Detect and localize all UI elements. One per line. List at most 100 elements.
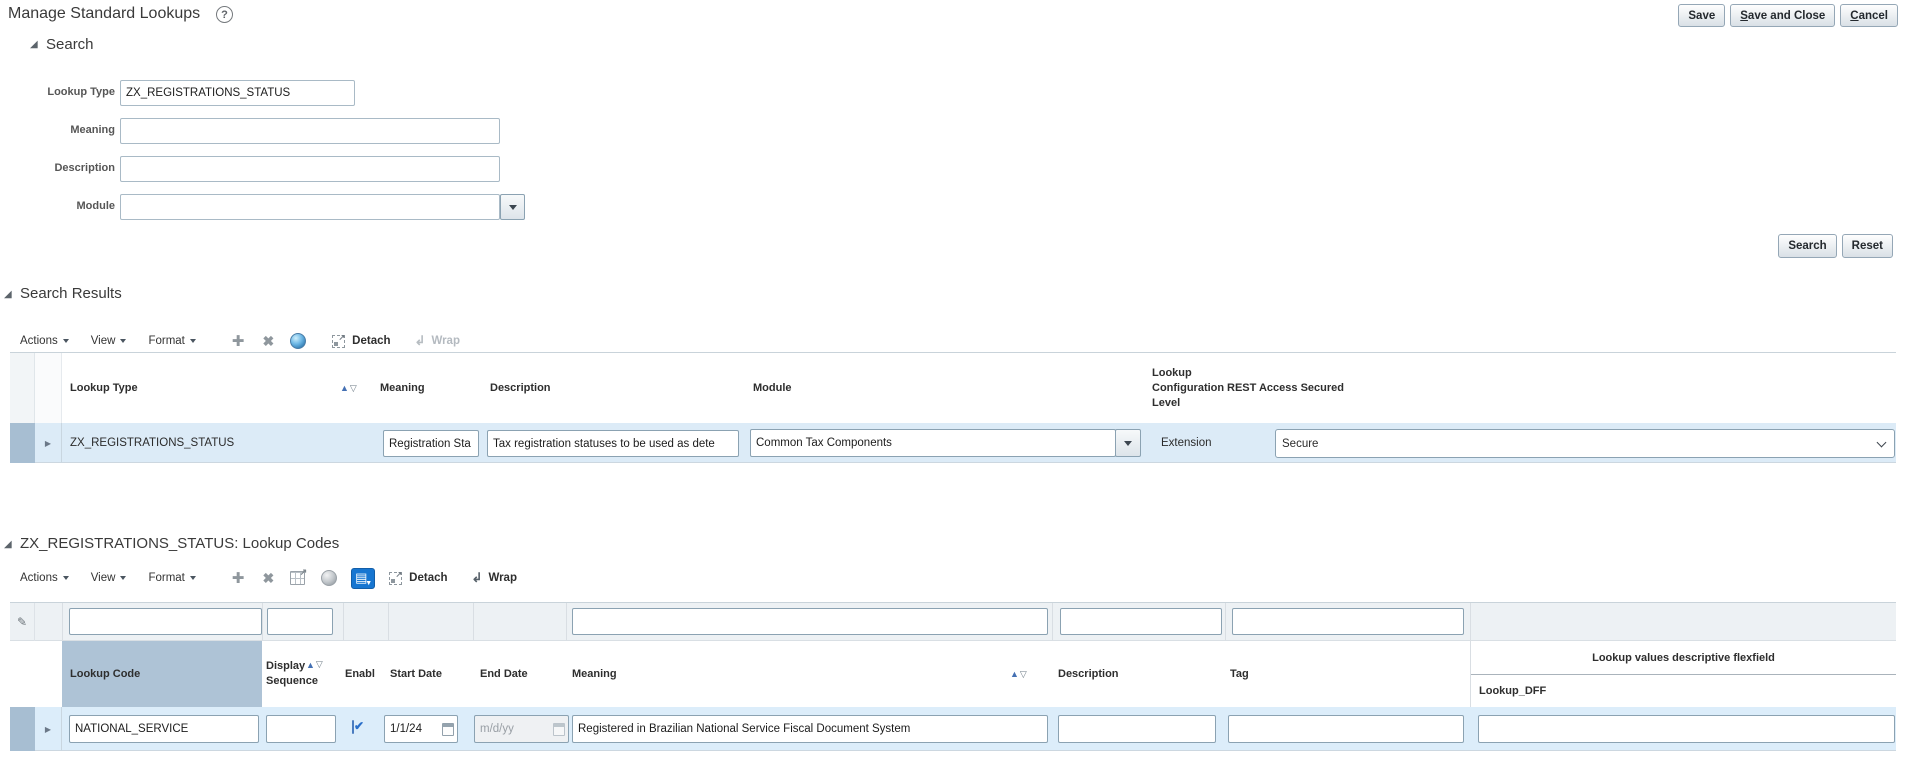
search-section-title: Search	[46, 36, 94, 53]
module-label: Module	[76, 200, 116, 212]
reset-button[interactable]: Reset	[1841, 234, 1893, 258]
column-header-enabled[interactable]: Enabl	[345, 641, 375, 707]
results-header-gutter	[10, 353, 35, 423]
expand-row-icon[interactable]	[45, 725, 51, 734]
view-menu[interactable]: View	[91, 335, 127, 347]
chevron-down-icon	[62, 339, 69, 343]
wrap-icon[interactable]	[472, 570, 483, 586]
column-header-tag[interactable]: Tag	[1230, 641, 1249, 707]
sort-ascending-icon[interactable]	[306, 660, 315, 670]
module-dropdown-button[interactable]	[500, 194, 525, 220]
query-by-example-icon[interactable]	[351, 567, 376, 589]
results-rowheader-column	[35, 353, 62, 423]
column-header-lookup-type[interactable]: Lookup Type	[70, 353, 138, 423]
detach-label[interactable]: Detach	[352, 335, 390, 347]
end-date-input[interactable]	[480, 723, 553, 735]
row-lookup-code-input[interactable]	[69, 715, 259, 743]
detach-label[interactable]: Detach	[409, 572, 447, 584]
detach-icon[interactable]	[332, 333, 346, 348]
qbe-filter-row	[10, 603, 1896, 641]
translate-icon[interactable]	[321, 570, 338, 586]
meaning-label: Meaning	[70, 124, 115, 136]
row-description-input[interactable]	[1058, 715, 1216, 743]
sort-descending-icon[interactable]	[1020, 669, 1027, 680]
search-button[interactable]: Search	[1778, 234, 1837, 258]
search-section-collapse-icon[interactable]	[30, 40, 38, 50]
start-date-field	[384, 715, 458, 743]
row-meaning-input[interactable]	[383, 430, 479, 457]
detach-icon[interactable]	[389, 570, 403, 585]
help-icon[interactable]	[216, 6, 233, 23]
config-level-value: Extension	[1161, 437, 1212, 449]
sort-ascending-icon[interactable]	[1010, 669, 1019, 679]
wrap-label[interactable]: Wrap	[488, 572, 517, 584]
lookup-type-input[interactable]	[120, 80, 355, 106]
row-description-input[interactable]	[487, 430, 739, 457]
format-menu[interactable]: Format	[148, 572, 196, 584]
column-header-description[interactable]: Description	[490, 353, 551, 423]
column-header-start-date[interactable]: Start Date	[390, 641, 442, 707]
column-header-display-sequence[interactable]: Display Sequence	[266, 641, 330, 707]
column-header-description[interactable]: Description	[1058, 641, 1119, 707]
translate-icon[interactable]	[290, 333, 307, 349]
module-input[interactable]	[120, 194, 500, 220]
format-menu[interactable]: Format	[148, 335, 196, 347]
meaning-input[interactable]	[120, 118, 500, 144]
delete-icon[interactable]	[262, 333, 274, 350]
wrap-icon[interactable]	[415, 333, 426, 349]
save-button[interactable]: Save	[1678, 4, 1726, 27]
codes-section-collapse-icon[interactable]	[4, 540, 12, 550]
flexfield-group-title: Lookup values descriptive flexfield	[1592, 651, 1775, 664]
column-header-config-level[interactable]: Lookup Configuration Level	[1152, 353, 1232, 423]
description-label: Description	[54, 162, 115, 174]
description-input[interactable]	[120, 156, 500, 182]
column-header-meaning[interactable]: Meaning	[380, 353, 425, 423]
wrap-label[interactable]: Wrap	[431, 335, 460, 347]
actions-menu[interactable]: Actions	[20, 572, 69, 584]
lookup-type-label: Lookup Type	[47, 86, 115, 98]
column-header-meaning[interactable]: Meaning	[572, 641, 617, 707]
actions-menu[interactable]: Actions	[20, 335, 69, 347]
column-header-module[interactable]: Module	[753, 353, 792, 423]
calendar-icon[interactable]	[553, 722, 565, 736]
row-module-input[interactable]	[750, 429, 1116, 457]
row-tag-input[interactable]	[1228, 715, 1464, 743]
row-selection-gutter	[10, 707, 35, 751]
results-section-title: Search Results	[20, 285, 122, 302]
cancel-button[interactable]: Cancel	[1840, 4, 1898, 27]
column-header-rest-secured[interactable]: REST Access Secured	[1227, 353, 1344, 423]
row-module-dropdown-button[interactable]	[1115, 429, 1141, 457]
expand-row-icon[interactable]	[45, 439, 51, 448]
rest-secured-select[interactable]: Secure	[1275, 429, 1895, 458]
calendar-icon[interactable]	[442, 722, 454, 736]
column-header-lookup-code[interactable]: Lookup Code	[70, 641, 140, 707]
row-lookup-dff-input[interactable]	[1478, 715, 1895, 743]
page-action-buttons: Save Save and Close Cancel	[1678, 4, 1898, 27]
row-meaning-input[interactable]	[572, 715, 1048, 743]
save-and-close-button[interactable]: Save and Close	[1730, 4, 1836, 27]
view-menu[interactable]: View	[91, 572, 127, 584]
sort-descending-icon[interactable]	[316, 659, 323, 670]
filter-description-input[interactable]	[1060, 608, 1222, 635]
filter-tag-input[interactable]	[1232, 608, 1464, 635]
column-header-end-date[interactable]: End Date	[480, 641, 528, 707]
enabled-checkbox[interactable]	[352, 720, 354, 734]
export-icon[interactable]	[290, 567, 307, 585]
add-icon[interactable]	[232, 332, 245, 350]
codes-table-row[interactable]	[10, 707, 1896, 751]
delete-icon[interactable]	[262, 570, 274, 587]
chevron-down-icon	[508, 204, 517, 210]
chevron-down-icon	[62, 576, 69, 580]
filter-lookup-code-input[interactable]	[69, 608, 262, 635]
codes-toolbar: Actions View Format Detach Wrap	[20, 567, 517, 589]
add-icon[interactable]	[232, 569, 245, 587]
filter-meaning-input[interactable]	[572, 608, 1048, 635]
start-date-input[interactable]	[390, 723, 442, 735]
results-table-row[interactable]: ZX_REGISTRATIONS_STATUS Extension Secure	[10, 423, 1896, 463]
search-form-buttons: Search Reset	[1778, 234, 1893, 258]
sort-descending-icon[interactable]	[350, 383, 357, 394]
row-display-sequence-input[interactable]	[266, 715, 336, 743]
results-section-collapse-icon[interactable]	[4, 290, 12, 300]
sort-ascending-icon[interactable]	[340, 383, 349, 393]
filter-display-sequence-input[interactable]	[267, 608, 333, 635]
